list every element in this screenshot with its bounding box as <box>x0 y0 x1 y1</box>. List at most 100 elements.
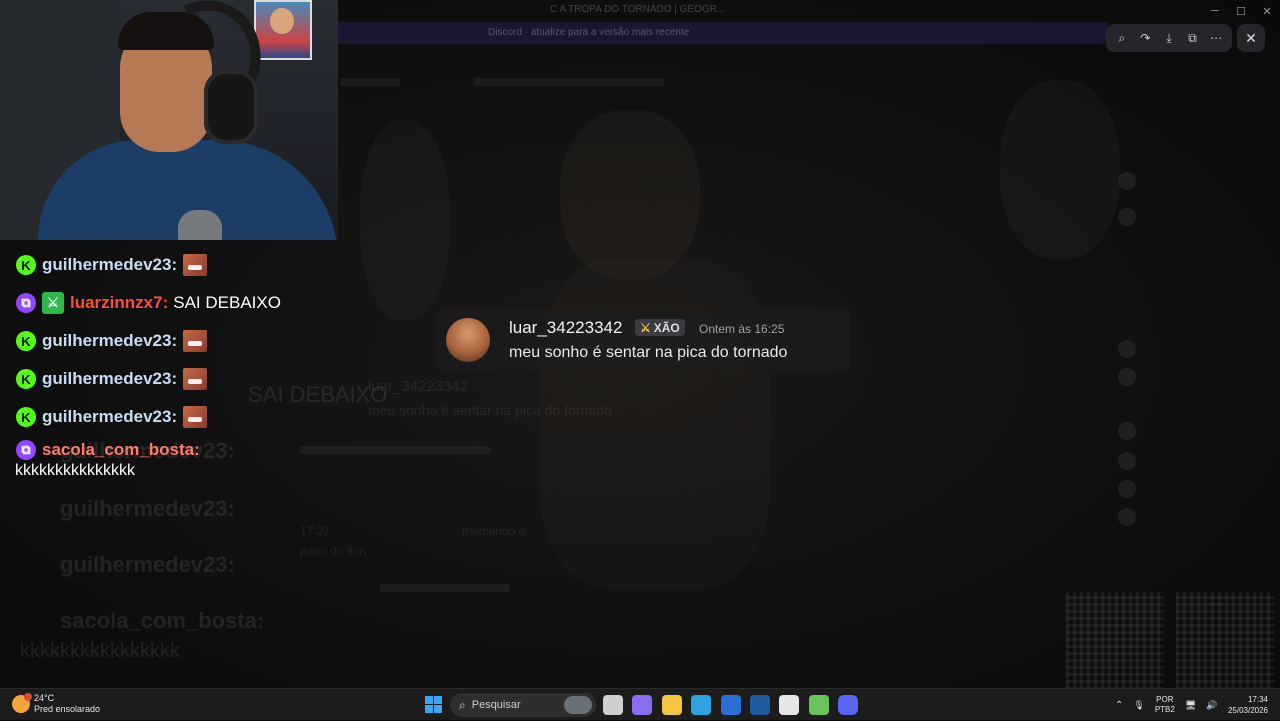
maximize-button[interactable]: ☐ <box>1228 0 1254 22</box>
server-tag-label: XÃO <box>653 320 680 335</box>
discord-icon[interactable] <box>838 695 859 715</box>
edge-icon[interactable] <box>691 695 712 715</box>
chat-username: sacola_com_bosta: <box>42 440 200 459</box>
window-title: C A TROPA DO TORNADO | GEOGR... <box>550 4 726 15</box>
headphone-cup <box>204 70 258 144</box>
copilot-icon[interactable] <box>632 695 653 715</box>
emote-icon <box>183 406 208 428</box>
clock-date: 25/03/2026 <box>1227 706 1268 715</box>
chat-text: SAI DEBAIXO <box>173 293 281 312</box>
twitch-icon: ⧉ <box>16 293 36 313</box>
member-avatar <box>1118 208 1136 226</box>
language-code: POR <box>1156 695 1174 704</box>
message-timestamp: Ontem às 16:25 <box>699 322 785 336</box>
close-viewer-button[interactable]: ✕ <box>1237 24 1265 52</box>
member-avatar <box>1118 480 1136 498</box>
close-icon: ✕ <box>1245 29 1257 46</box>
weather-desc: Pred ensolarado <box>34 704 101 714</box>
qr-code <box>1066 592 1164 688</box>
microphone <box>178 210 222 240</box>
stream-chat-overlay: K guilhermedev23: ⧉ ⚔ luarzinnzx7: SAI D… <box>0 246 340 480</box>
system-tray: ⌃ 🎙 POR PTB2 🖥 🔊 <box>1115 689 1218 721</box>
emote-icon <box>183 254 208 276</box>
ghost-line <box>474 78 664 86</box>
update-banner: Discord · atualize para a versão mais re… <box>338 22 1108 44</box>
language-indicator[interactable]: POR PTB2 <box>1155 695 1175 715</box>
webcam-feed <box>0 0 338 240</box>
file-explorer-icon[interactable] <box>661 695 682 715</box>
viewer-toolbar: ⌕ ↷ ⤓ ⧉ ⋯ <box>1106 24 1232 52</box>
background-figure <box>560 110 700 280</box>
app-icon[interactable] <box>808 695 829 715</box>
ghost-message-line: papo do iton <box>300 544 367 558</box>
search-icon: ⌕ <box>459 697 466 712</box>
member-avatar <box>1118 452 1136 470</box>
kick-icon: K <box>16 331 36 351</box>
emote-icon <box>183 368 208 390</box>
chat-message: ⧉ ⚔ luarzinnzx7: SAI DEBAIXO <box>0 284 340 322</box>
ghost-message-line: marcando o <box>462 524 526 538</box>
ghost-chat: kkkkkkkkkkkkkkkk <box>20 640 180 662</box>
chevron-up-icon[interactable]: ⌃ <box>1115 700 1123 711</box>
mic-icon[interactable]: 🎙 <box>1133 700 1144 711</box>
chat-message: K guilhermedev23: <box>0 398 340 436</box>
message-username[interactable]: luar_34223342 <box>509 318 622 338</box>
share-icon[interactable]: ↷ <box>1135 31 1155 45</box>
member-avatar <box>1118 368 1136 386</box>
member-avatar <box>1118 340 1136 358</box>
member-avatar <box>1118 172 1136 190</box>
qr-code <box>1176 592 1274 688</box>
ghost-line <box>380 584 510 592</box>
ghost-message-name: luar_34223342 <box>368 378 469 395</box>
volume-icon[interactable]: 🔊 <box>1206 700 1217 711</box>
chat-message: K guilhermedev23: <box>0 360 340 398</box>
close-window-button[interactable]: ✕ <box>1254 0 1280 22</box>
search-box[interactable]: ⌕ Pesquisar <box>450 693 596 717</box>
zoom-icon[interactable]: ⌕ <box>1112 31 1132 46</box>
ghost-chat: guilhermedev23: <box>60 496 235 521</box>
chat-message: K guilhermedev23: <box>0 246 340 284</box>
message-content: meu sonho é sentar na pica do tornado <box>509 344 788 361</box>
clock[interactable]: 17:34 25/03/2026 <box>1228 694 1268 716</box>
chat-username: luarzinnzx7: <box>70 293 169 312</box>
server-tag[interactable]: ⚔ XÃO <box>635 319 685 336</box>
steam-icon[interactable] <box>750 695 770 715</box>
ghost-chat: guilhermedev23: <box>60 552 235 577</box>
minimize-button[interactable]: ─ <box>1202 0 1228 22</box>
ghost-line <box>340 78 400 86</box>
user-avatar[interactable] <box>446 318 490 362</box>
update-banner-text: Discord · atualize para a versão mais re… <box>488 27 690 38</box>
chat-username: guilhermedev23: <box>42 255 178 274</box>
background-figure <box>1000 80 1120 260</box>
weather-text: 24°C Pred ensolarado <box>34 693 100 715</box>
weather-widget[interactable]: 24°C Pred ensolarado <box>12 693 100 715</box>
more-icon[interactable]: ⋯ <box>1206 31 1226 45</box>
chat-username: guilhermedev23: <box>42 407 178 426</box>
windows-logo-icon <box>425 696 433 704</box>
emote-icon <box>183 330 208 352</box>
discord-message[interactable]: luar_34223342 ⚔ XÃO Ontem às 16:25 meu s… <box>436 310 850 370</box>
sword-badge-icon: ⚔ <box>42 292 64 314</box>
chat-text: kkkkkkkkkkkkkkk <box>15 462 135 479</box>
store-icon[interactable] <box>720 695 741 715</box>
kick-icon: K <box>16 407 36 427</box>
taskbar: 24°C Pred ensolarado ⌕ Pesquisar ⌃ 🎙 POR… <box>0 688 1280 720</box>
kick-icon: K <box>16 255 36 275</box>
chat-username: guilhermedev23: <box>42 331 178 350</box>
member-avatar <box>1118 422 1136 440</box>
clock-time: 17:34 <box>1247 695 1268 704</box>
start-button[interactable] <box>425 696 442 713</box>
sword-icon: ⚔ <box>640 320 651 335</box>
search-highlight-icon <box>564 696 592 714</box>
task-view-icon[interactable] <box>603 695 623 715</box>
window-controls: ─ ☐ ✕ <box>1202 0 1280 22</box>
chat-message: ⧉ sacola_com_bosta: kkkkkkkkkkkkkkk <box>0 436 340 480</box>
ghost-message-time: 17:27 <box>300 524 331 538</box>
obs-icon[interactable] <box>779 695 800 715</box>
download-icon[interactable]: ⤓ <box>1159 31 1179 46</box>
kick-icon: K <box>16 369 36 389</box>
open-external-icon[interactable]: ⧉ <box>1183 31 1203 46</box>
chat-username: guilhermedev23: <box>42 369 178 388</box>
network-icon[interactable]: 🖥 <box>1185 700 1196 711</box>
weather-temp: 24°C <box>34 693 55 703</box>
